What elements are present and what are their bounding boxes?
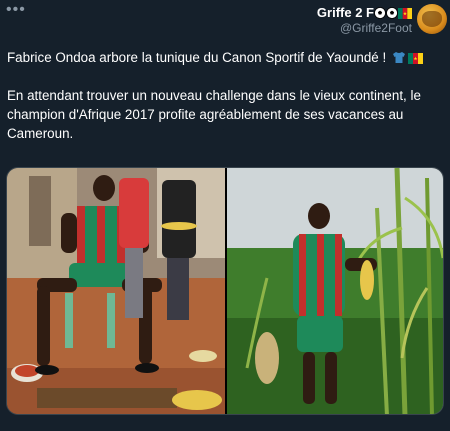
author-display-name[interactable]: Griffe 2 F — [192, 5, 412, 20]
soccer-ball-icon — [386, 7, 398, 19]
display-name-text: Griffe 2 F — [316, 5, 374, 20]
avatar[interactable] — [417, 4, 447, 34]
soccer-ball-icon — [374, 7, 386, 19]
author-handle[interactable]: @Griffe2Foot — [192, 20, 412, 36]
shirt-icon — [392, 51, 406, 64]
tweet-text-line2: En attendant trouver un nouveau challeng… — [7, 88, 421, 141]
tweet-header: ••• Griffe 2 F @Griffe2Foot — [0, 0, 450, 40]
more-icon[interactable]: ••• — [6, 2, 32, 18]
tweet-text-line1: Fabrice Ondoa arbore la tunique du Canon… — [7, 48, 443, 67]
tweet-media[interactable] — [6, 167, 444, 415]
tweet-text: Fabrice Ondoa arbore la tunique du Canon… — [7, 50, 387, 65]
photo-right[interactable] — [227, 168, 443, 414]
photo-left[interactable] — [7, 168, 225, 414]
photo-right-icon — [227, 168, 443, 414]
avatar-logo — [422, 11, 442, 27]
photo-left-icon — [7, 168, 225, 414]
author-names[interactable]: Griffe 2 F @Griffe2Foot — [192, 5, 412, 36]
cameroon-flag-icon — [407, 53, 423, 64]
tweet-card: ••• Griffe 2 F @Griffe2Foot Fabrice Ondo… — [0, 0, 450, 431]
cameroon-flag-icon — [398, 8, 412, 19]
